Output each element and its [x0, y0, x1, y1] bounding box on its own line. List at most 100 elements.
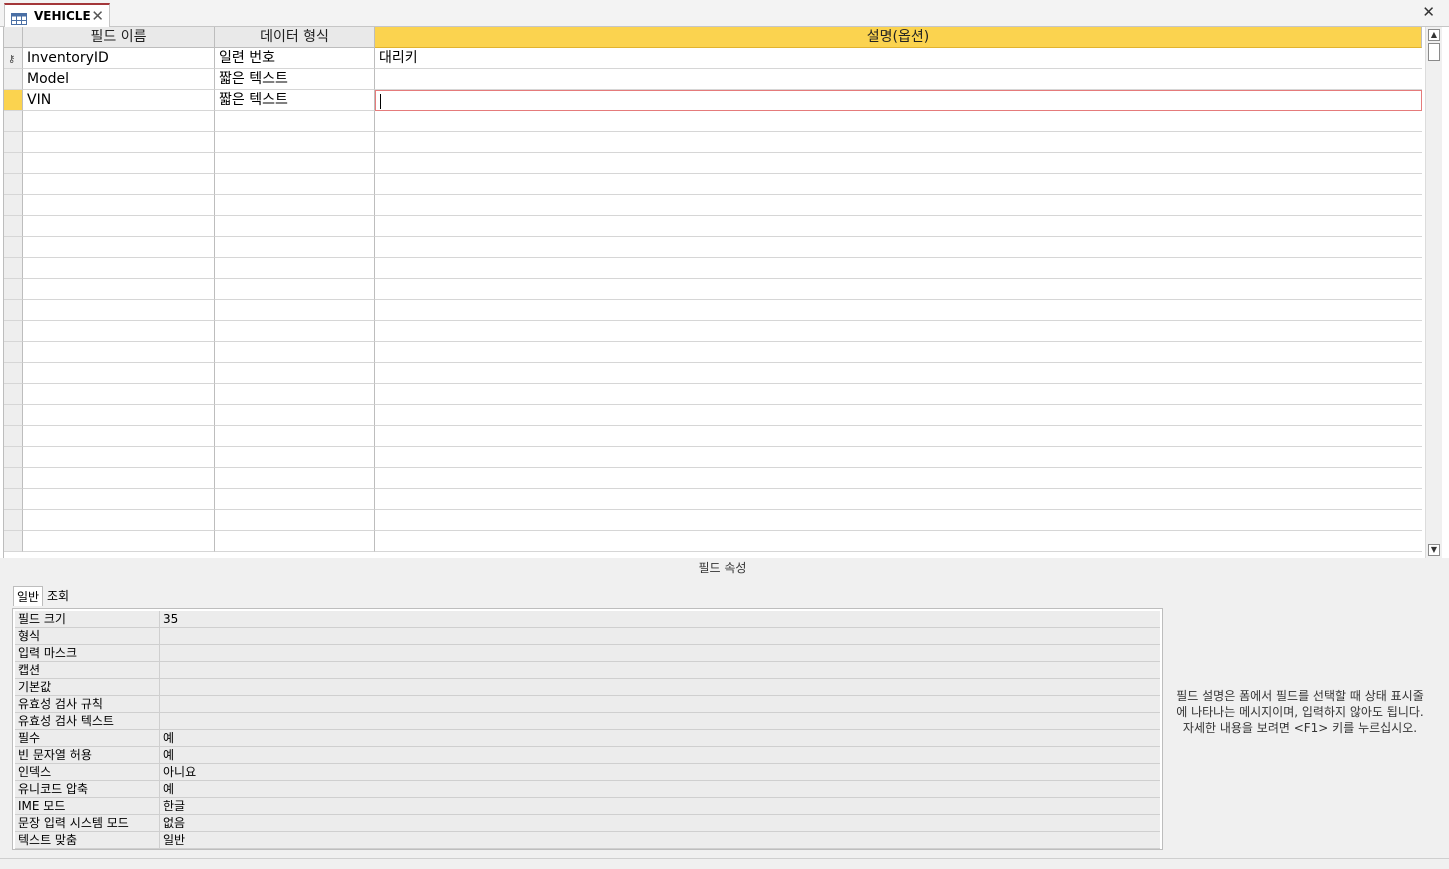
table-row-empty[interactable] — [4, 174, 1422, 195]
empty-cell[interactable] — [23, 489, 215, 510]
row-selector[interactable] — [4, 468, 23, 489]
select-all-corner[interactable] — [4, 27, 23, 48]
empty-cell[interactable] — [23, 321, 215, 342]
empty-cell[interactable] — [23, 363, 215, 384]
data-type-cell[interactable]: 짧은 텍스트 — [215, 69, 375, 90]
empty-cell[interactable] — [23, 111, 215, 132]
tab-general[interactable]: 일반 — [13, 586, 44, 606]
property-value[interactable] — [160, 628, 1160, 644]
empty-cell[interactable] — [215, 468, 375, 489]
empty-cell[interactable] — [23, 300, 215, 321]
empty-cell[interactable] — [23, 468, 215, 489]
property-value[interactable]: 예 — [160, 730, 1160, 746]
empty-cell[interactable] — [215, 405, 375, 426]
property-row[interactable]: 입력 마스크 — [15, 645, 1160, 662]
row-selector[interactable] — [4, 237, 23, 258]
empty-cell[interactable] — [375, 153, 1422, 174]
property-value[interactable]: 한글 — [160, 798, 1160, 814]
row-selector[interactable] — [4, 258, 23, 279]
empty-cell[interactable] — [215, 447, 375, 468]
property-row[interactable]: 유효성 검사 규칙 — [15, 696, 1160, 713]
empty-cell[interactable] — [375, 426, 1422, 447]
grid-vertical-scrollbar[interactable]: ▲ ▼ — [1425, 27, 1442, 558]
empty-cell[interactable] — [375, 300, 1422, 321]
empty-cell[interactable] — [215, 384, 375, 405]
empty-cell[interactable] — [215, 174, 375, 195]
empty-cell[interactable] — [23, 195, 215, 216]
row-selector[interactable] — [4, 363, 23, 384]
row-selector[interactable] — [4, 447, 23, 468]
property-value[interactable]: 아니요 — [160, 764, 1160, 780]
row-selector[interactable] — [4, 384, 23, 405]
header-description[interactable]: 설명(옵션) — [375, 27, 1422, 48]
field-name-cell[interactable]: Model — [23, 69, 215, 90]
row-selector[interactable] — [4, 69, 23, 90]
property-value[interactable]: 일반 — [160, 832, 1160, 848]
description-cell[interactable]: 대리키 — [375, 48, 1422, 69]
empty-cell[interactable] — [215, 237, 375, 258]
empty-cell[interactable] — [375, 321, 1422, 342]
row-selector[interactable] — [4, 216, 23, 237]
property-value[interactable] — [160, 696, 1160, 712]
document-tab-vehicle[interactable]: VEHICLE ✕ — [4, 3, 110, 27]
scrollbar-thumb[interactable] — [1428, 43, 1440, 61]
table-row-empty[interactable] — [4, 300, 1422, 321]
table-row-current[interactable]: VIN 짧은 텍스트 — [4, 90, 1422, 111]
description-input[interactable] — [375, 90, 1422, 111]
empty-cell[interactable] — [215, 321, 375, 342]
empty-cell[interactable] — [23, 237, 215, 258]
empty-cell[interactable] — [23, 384, 215, 405]
empty-cell[interactable] — [375, 132, 1422, 153]
row-selector[interactable] — [4, 153, 23, 174]
property-value[interactable] — [160, 679, 1160, 695]
table-row[interactable]: ⚷ InventoryID 일련 번호 대리키 — [4, 48, 1422, 69]
property-row[interactable]: 유효성 검사 텍스트 — [15, 713, 1160, 730]
table-row-empty[interactable] — [4, 384, 1422, 405]
property-value[interactable]: 없음 — [160, 815, 1160, 831]
property-row[interactable]: 텍스트 맞춤 일반 — [15, 832, 1160, 849]
empty-cell[interactable] — [215, 258, 375, 279]
empty-cell[interactable] — [215, 426, 375, 447]
table-row-empty[interactable] — [4, 447, 1422, 468]
empty-cell[interactable] — [23, 153, 215, 174]
table-row-empty[interactable] — [4, 258, 1422, 279]
close-document-icon[interactable]: ✕ — [1422, 5, 1435, 20]
empty-cell[interactable] — [215, 489, 375, 510]
table-row-empty[interactable] — [4, 195, 1422, 216]
empty-cell[interactable] — [375, 258, 1422, 279]
table-row-empty[interactable] — [4, 132, 1422, 153]
row-selector[interactable] — [4, 321, 23, 342]
row-selector[interactable] — [4, 426, 23, 447]
table-row-empty[interactable] — [4, 426, 1422, 447]
empty-cell[interactable] — [23, 510, 215, 531]
empty-cell[interactable] — [375, 489, 1422, 510]
empty-cell[interactable] — [215, 216, 375, 237]
empty-cell[interactable] — [375, 384, 1422, 405]
property-row[interactable]: 기본값 — [15, 679, 1160, 696]
table-row-empty[interactable] — [4, 237, 1422, 258]
table-row-empty[interactable] — [4, 531, 1422, 552]
property-value[interactable] — [160, 645, 1160, 661]
property-row[interactable]: 인덱스 아니요 — [15, 764, 1160, 781]
table-row-empty[interactable] — [4, 510, 1422, 531]
row-selector[interactable] — [4, 405, 23, 426]
empty-cell[interactable] — [215, 132, 375, 153]
property-value[interactable] — [160, 713, 1160, 729]
row-selector[interactable] — [4, 174, 23, 195]
empty-cell[interactable] — [375, 216, 1422, 237]
empty-cell[interactable] — [215, 363, 375, 384]
empty-cell[interactable] — [375, 279, 1422, 300]
property-row[interactable]: 유니코드 압축 예 — [15, 781, 1160, 798]
empty-cell[interactable] — [215, 153, 375, 174]
empty-cell[interactable] — [375, 468, 1422, 489]
property-row[interactable]: 문장 입력 시스템 모드 없음 — [15, 815, 1160, 832]
row-selector[interactable] — [4, 489, 23, 510]
table-row-empty[interactable] — [4, 405, 1422, 426]
table-row-empty[interactable] — [4, 321, 1422, 342]
property-value[interactable]: 예 — [160, 747, 1160, 763]
property-row[interactable]: 캡션 — [15, 662, 1160, 679]
empty-cell[interactable] — [215, 279, 375, 300]
empty-cell[interactable] — [23, 531, 215, 552]
empty-cell[interactable] — [375, 405, 1422, 426]
tab-close-icon[interactable]: ✕ — [91, 8, 104, 24]
